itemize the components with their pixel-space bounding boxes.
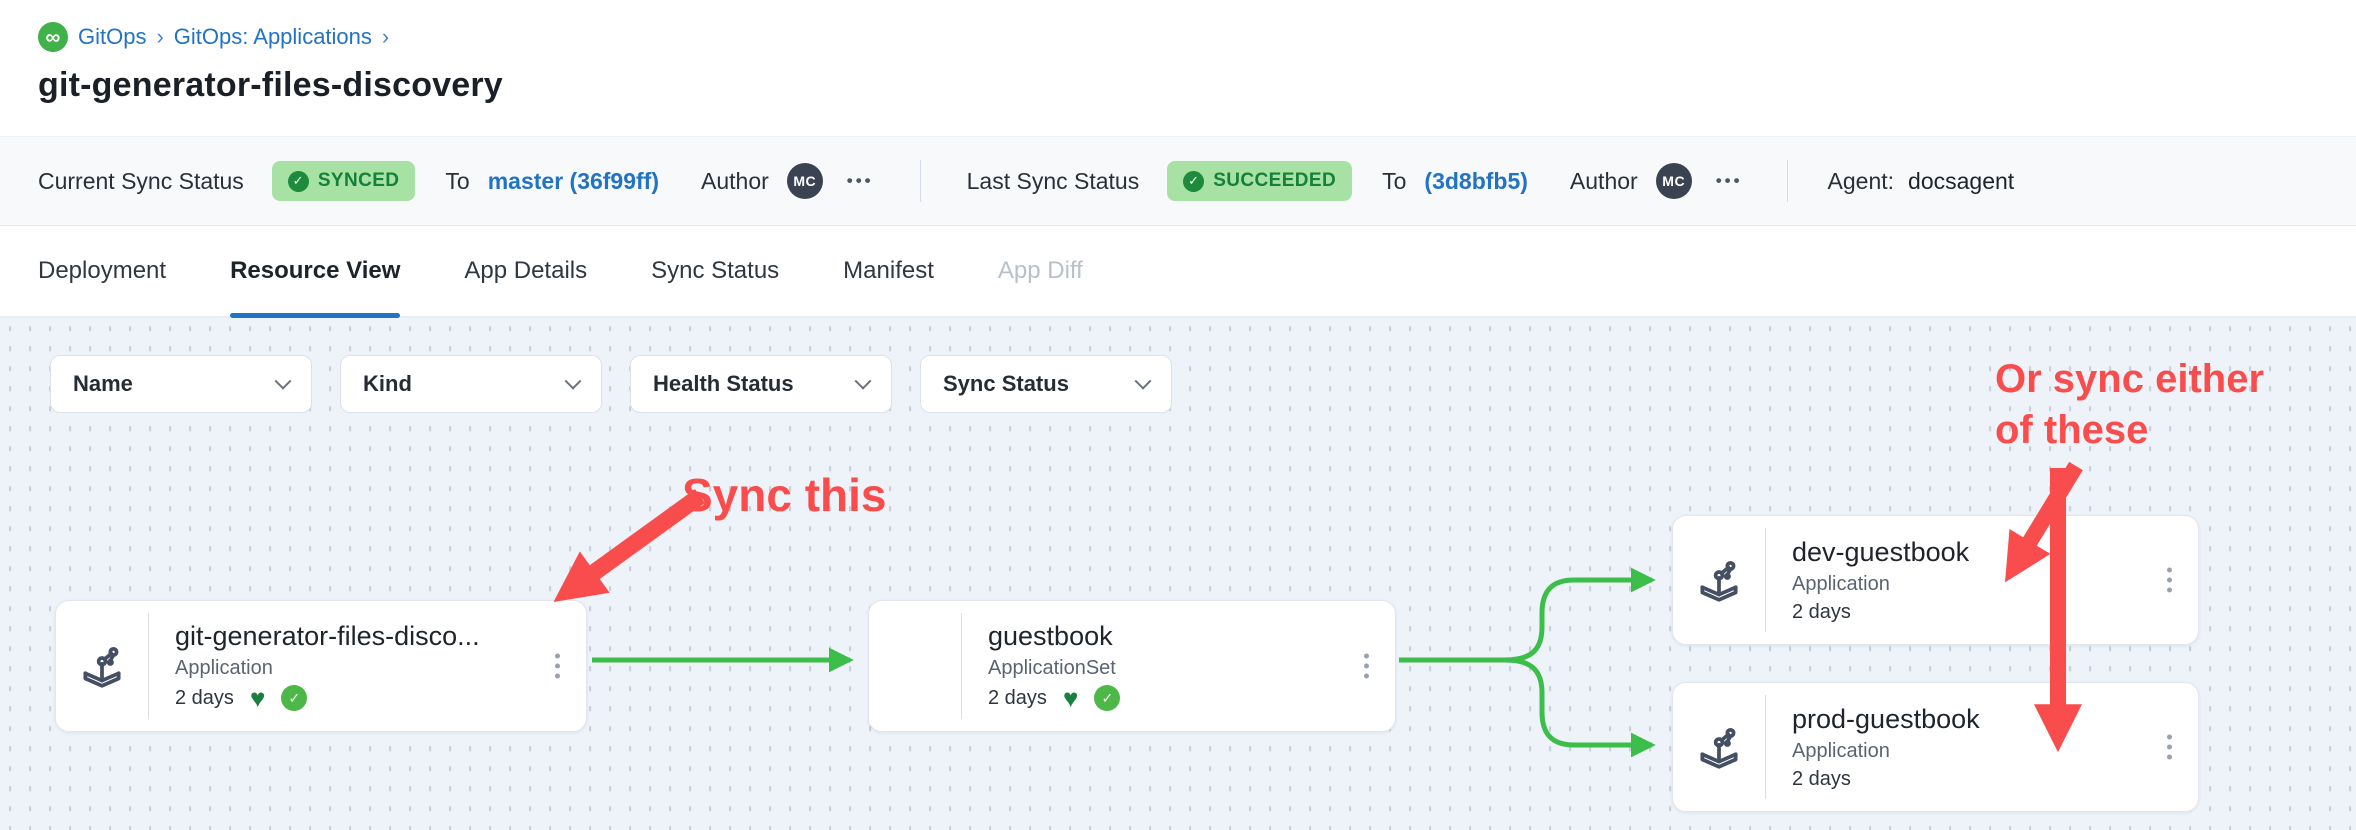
synced-badge-label: SYNCED — [318, 170, 400, 192]
author-label: Author — [1570, 168, 1638, 195]
annotation-line: of these — [1995, 405, 2264, 456]
argo-application-icon — [1694, 555, 1744, 605]
current-sync-status-label: Current Sync Status — [38, 168, 244, 195]
node-kind: Application — [1792, 573, 1969, 596]
node-kebab-menu[interactable] — [555, 654, 560, 679]
filter-name-dropdown[interactable]: Name — [50, 355, 312, 413]
node-dev-guestbook[interactable]: dev-guestbook Application 2 days — [1672, 515, 2199, 645]
to-label: To — [1382, 168, 1406, 195]
node-title: guestbook — [988, 621, 1120, 652]
breadcrumb-link-gitops[interactable]: GitOps — [78, 24, 146, 50]
divider — [1787, 160, 1788, 202]
filter-name-label: Name — [73, 371, 133, 397]
argo-application-icon — [77, 641, 127, 691]
node-age: 2 days — [988, 687, 1047, 710]
breadcrumb-separator: › — [382, 24, 389, 50]
author-avatar[interactable]: MC — [787, 163, 823, 199]
chevron-down-icon — [275, 373, 292, 390]
agent-label: Agent: — [1828, 168, 1895, 195]
to-label: To — [445, 168, 469, 195]
tab-app-details[interactable]: App Details — [464, 226, 587, 316]
sync-this-arrow — [570, 496, 700, 590]
filter-bar: Name Kind Health Status Sync Status — [50, 355, 1172, 413]
breadcrumb-separator: › — [156, 24, 163, 50]
argo-application-icon — [1694, 722, 1744, 772]
node-kind: Application — [175, 657, 480, 680]
tab-deployment[interactable]: Deployment — [38, 226, 166, 316]
page-header: ∞ GitOps › GitOps: Applications › git-ge… — [0, 0, 2356, 136]
chevron-down-icon — [565, 373, 582, 390]
health-heart-icon: ♥ — [250, 685, 265, 711]
node-age: 2 days — [175, 687, 234, 710]
breadcrumb-link-applications[interactable]: GitOps: Applications — [174, 24, 372, 50]
node-title: prod-guestbook — [1792, 704, 1980, 735]
filter-sync-status-label: Sync Status — [943, 371, 1069, 397]
gitops-infinity-icon: ∞ — [38, 22, 68, 52]
filter-kind-dropdown[interactable]: Kind — [340, 355, 602, 413]
succeeded-badge-label: SUCCEEDED — [1213, 170, 1336, 192]
author-avatar[interactable]: MC — [1656, 163, 1692, 199]
annotation-line: Or sync either — [1995, 354, 2264, 405]
more-options-icon[interactable]: ••• — [1716, 171, 1743, 191]
node-title: dev-guestbook — [1792, 537, 1969, 568]
tab-resource-view[interactable]: Resource View — [230, 226, 400, 316]
annotation-sync-this: Sync this — [682, 468, 887, 522]
author-label: Author — [701, 168, 769, 195]
divider — [920, 160, 921, 202]
filter-health-status-dropdown[interactable]: Health Status — [630, 355, 892, 413]
node-git-generator-files-discovery[interactable]: git-generator-files-disco... Application… — [55, 600, 587, 732]
check-circle-icon: ✓ — [1183, 171, 1204, 192]
filter-health-status-label: Health Status — [653, 371, 794, 397]
synced-check-icon: ✓ — [1094, 685, 1120, 711]
more-options-icon[interactable]: ••• — [847, 171, 874, 191]
page-title: git-generator-files-discovery — [38, 66, 2318, 105]
tab-bar: Deployment Resource View App Details Syn… — [0, 226, 2356, 318]
agent-value: docsagent — [1908, 168, 2014, 195]
last-sync-status-label: Last Sync Status — [967, 168, 1140, 195]
check-circle-icon: ✓ — [288, 171, 309, 192]
tab-sync-status[interactable]: Sync Status — [651, 226, 779, 316]
succeeded-badge: ✓ SUCCEEDED — [1167, 161, 1352, 201]
breadcrumb: ∞ GitOps › GitOps: Applications › — [38, 22, 2318, 52]
node-kind: Application — [1792, 740, 1980, 763]
node-kebab-menu[interactable] — [2167, 735, 2172, 760]
current-revision-link[interactable]: master (36f99ff) — [488, 168, 659, 195]
edge-appset-to-dev — [1399, 580, 1652, 660]
node-kebab-menu[interactable] — [2167, 568, 2172, 593]
node-kebab-menu[interactable] — [1364, 654, 1369, 679]
filter-sync-status-dropdown[interactable]: Sync Status — [920, 355, 1172, 413]
node-prod-guestbook[interactable]: prod-guestbook Application 2 days — [1672, 682, 2199, 812]
chevron-down-icon — [855, 373, 872, 390]
annotation-or-sync-either: Or sync either of these — [1995, 354, 2264, 456]
node-title: git-generator-files-disco... — [175, 621, 480, 652]
sync-status-bar: Current Sync Status ✓ SYNCED To master (… — [0, 136, 2356, 226]
resource-graph-canvas: Name Kind Health Status Sync Status — [0, 318, 2356, 830]
synced-badge: ✓ SYNCED — [272, 161, 416, 201]
node-age: 2 days — [1792, 601, 1851, 624]
health-heart-icon: ♥ — [1063, 685, 1078, 711]
node-kind: ApplicationSet — [988, 657, 1120, 680]
synced-check-icon: ✓ — [281, 685, 307, 711]
edge-appset-to-prod — [1505, 660, 1652, 745]
node-age: 2 days — [1792, 768, 1851, 791]
tab-manifest[interactable]: Manifest — [843, 226, 934, 316]
last-revision-link[interactable]: (3d8bfb5) — [1424, 168, 1528, 195]
tab-app-diff: App Diff — [998, 226, 1083, 316]
chevron-down-icon — [1135, 373, 1152, 390]
node-guestbook[interactable]: guestbook ApplicationSet 2 days ♥ ✓ — [868, 600, 1396, 732]
filter-kind-label: Kind — [363, 371, 412, 397]
